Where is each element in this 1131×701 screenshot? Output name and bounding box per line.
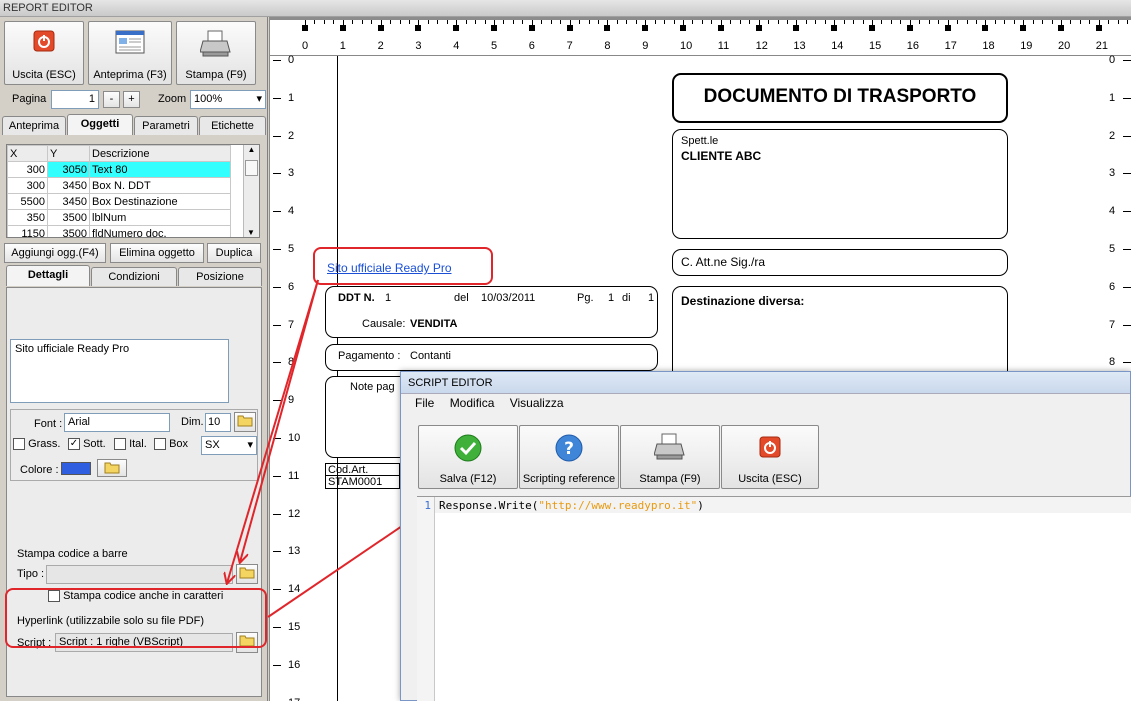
menu-modifica[interactable]: Modifica (450, 396, 495, 410)
power-icon (759, 436, 781, 458)
checkmark-icon (454, 434, 482, 462)
save-button[interactable]: Salva (F12) (418, 425, 518, 489)
script-editor-title: SCRIPT EDITOR (401, 372, 1130, 394)
script-exit-label: Uscita (ESC) (738, 473, 802, 485)
arrow-link-to-barcode (240, 279, 319, 562)
report-editor-window: REPORT EDITOR Uscita (ESC) Anteprima (F3… (0, 0, 1131, 701)
code-string: "http://www.readypro.it" (538, 499, 698, 512)
printer-icon (654, 433, 685, 460)
save-label: Salva (F12) (439, 473, 497, 485)
scripting-reference-label: Scripting reference (522, 473, 616, 485)
script-menu-bar: File Modifica Visualizza (401, 394, 1130, 413)
arrow-link-to-hyperlink (227, 279, 319, 583)
menu-visualizza[interactable]: Visualizza (510, 396, 564, 410)
menu-file[interactable]: File (415, 396, 434, 410)
help-icon: ? (555, 434, 583, 462)
script-print-label: Stampa (F9) (639, 473, 701, 485)
script-editor-window: SCRIPT EDITOR File Modifica Visualizza S… (400, 371, 1131, 701)
code-line: Response.Write("http://www.readypro.it") (439, 499, 704, 512)
code-prefix: Response.Write( (439, 499, 539, 512)
line-gutter: 1 (417, 497, 435, 701)
scripting-reference-button[interactable]: ? Scripting reference (519, 425, 619, 489)
code-suffix: ) (697, 499, 704, 512)
script-print-button[interactable]: Stampa (F9) (620, 425, 720, 489)
script-exit-button[interactable]: Uscita (ESC) (721, 425, 819, 489)
svg-text:?: ? (564, 439, 574, 459)
line-number: 1 (424, 499, 431, 512)
code-editor[interactable]: 1 Response.Write("http://www.readypro.it… (417, 496, 1131, 701)
